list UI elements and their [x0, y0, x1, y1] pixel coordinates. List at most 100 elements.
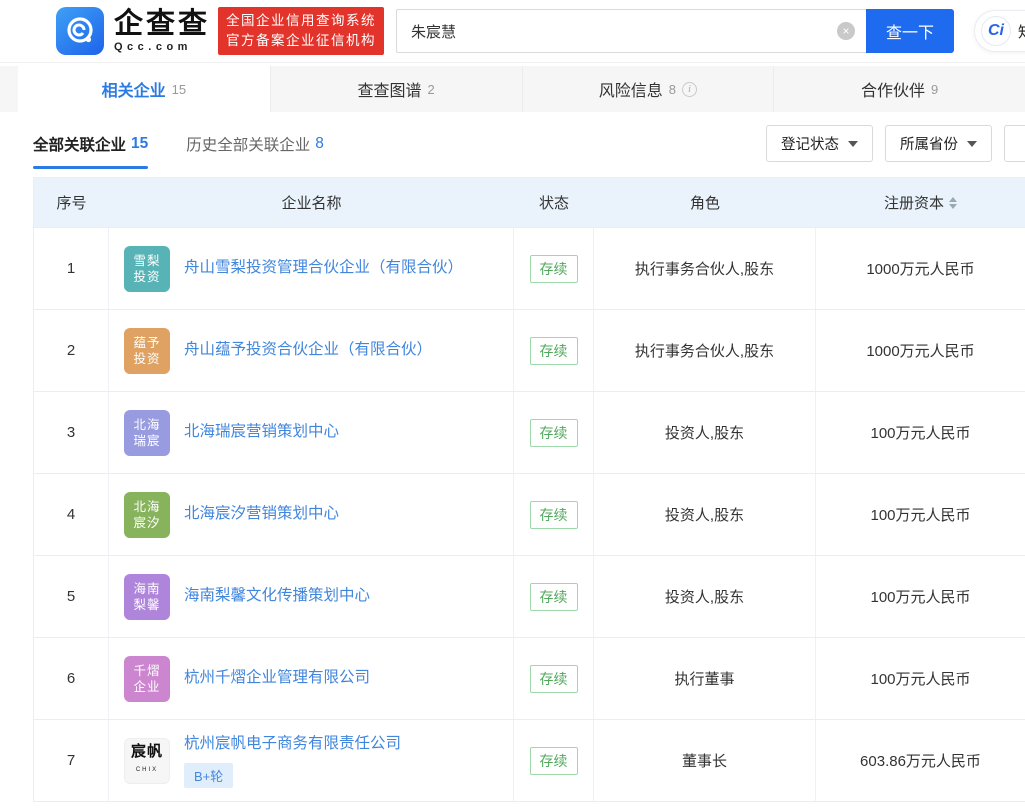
table-row: 7 宸帆 CHIX 杭州宸帆电子商务有限责任公司 B+轮 存续 董事长 603.8… [34, 719, 1025, 801]
column-header-index: 序号 [56, 195, 87, 212]
ai-assistant-pill[interactable]: Ci 知彼 [973, 10, 1025, 52]
row-index: 2 [34, 310, 109, 391]
gov-credential-badge: 全国企业信用查询系统 官方备案企业征信机构 [218, 6, 385, 56]
subtab-count: 8 [315, 135, 324, 152]
status-cell: 存续 [514, 474, 594, 555]
column-header-capital[interactable]: 注册资本 [816, 192, 1025, 213]
row-capital: 100万元人民币 [870, 425, 971, 442]
status-cell: 存续 [514, 310, 594, 391]
company-name-wrap: 杭州千熠企业管理有限公司 [184, 667, 370, 689]
tab-partners[interactable]: 合作伙伴 9 [773, 66, 1025, 112]
company-avatar[interactable]: 蕴予 投资 [124, 327, 170, 374]
company-cell: 雪梨 投资 舟山雪梨投资管理合伙企业（有限合伙） [109, 228, 514, 309]
filter-group: 登记状态 所属省份 [766, 125, 1025, 162]
column-header-status: 状态 [538, 195, 569, 212]
company-name-wrap: 杭州宸帆电子商务有限责任公司 B+轮 [184, 733, 401, 788]
status-badge: 存续 [529, 418, 578, 447]
row-role: 董事长 [594, 720, 816, 801]
row-index: 1 [34, 228, 109, 309]
related-companies-table: 序号 企业名称 状态 角色 注册资本 1 雪梨 投资 舟山雪梨投资管理合伙企业（有… [33, 177, 1025, 802]
page-header: 企查查 Qcc.com 全国企业信用查询系统 官方备案企业征信机构 × 查一下 … [0, 0, 1025, 63]
company-name-link[interactable]: 北海宸汐营销策划中心 [184, 503, 339, 525]
sort-icon[interactable] [949, 196, 957, 209]
row-role: 投资人,股东 [594, 556, 816, 637]
info-icon[interactable]: i [682, 81, 697, 97]
row-capital: 603.86万元人民币 [860, 753, 981, 770]
row-index: 7 [34, 720, 109, 801]
company-name-link[interactable]: 舟山蕴予投资合伙企业（有限合伙） [184, 339, 432, 361]
ci-assistant-icon: Ci [980, 16, 1011, 46]
filter-registration-status[interactable]: 登记状态 [766, 125, 873, 162]
search-input[interactable] [396, 9, 867, 53]
status-badge: 存续 [529, 254, 578, 283]
row-role: 执行董事 [594, 638, 816, 719]
company-name-link[interactable]: 北海瑞宸营销策划中心 [184, 421, 339, 443]
funding-round-badge: B+轮 [184, 762, 234, 788]
clear-search-icon[interactable]: × [837, 22, 856, 40]
subtab-label: 全部关联企业 [33, 137, 127, 154]
logo-subtext: CHIX [135, 766, 159, 773]
row-index: 5 [34, 556, 109, 637]
company-avatar[interactable]: 宸帆 CHIX [124, 737, 170, 784]
tab-label: 查查图谱 [357, 83, 422, 100]
subtab-history-related[interactable]: 历史全部关联企业 8 [186, 112, 324, 176]
column-header-capital-label: 注册资本 [883, 195, 944, 212]
table-row: 4 北海 宸汐 北海宸汐营销策划中心 存续 投资人,股东 100万元人民币 [34, 473, 1025, 555]
row-role: 投资人,股东 [594, 474, 816, 555]
brand-domain: Qcc.com [114, 40, 192, 53]
table-row: 3 北海 瑞宸 北海瑞宸营销策划中心 存续 投资人,股东 100万元人民币 [34, 391, 1025, 473]
ai-assistant-label: 知彼 [1018, 21, 1025, 42]
qcc-logo-glyph [67, 17, 93, 43]
search-button[interactable]: 查一下 [866, 9, 955, 53]
tab-count: 8 [668, 81, 676, 97]
main-tab-bar: 相关企业 15 查查图谱 2 风险信息 8 i 合作伙伴 9 [0, 66, 1025, 112]
company-avatar[interactable]: 北海 瑞宸 [124, 409, 170, 456]
company-cell: 海南 梨馨 海南梨馨文化传播策划中心 [109, 556, 514, 637]
company-avatar[interactable]: 北海 宸汐 [124, 491, 170, 538]
company-name-link[interactable]: 海南梨馨文化传播策划中心 [184, 585, 370, 607]
status-badge: 存续 [529, 500, 578, 529]
table-row: 5 海南 梨馨 海南梨馨文化传播策划中心 存续 投资人,股东 100万元人民币 [34, 555, 1025, 637]
tab-chacha-graph[interactable]: 查查图谱 2 [269, 66, 522, 112]
table-body: 1 雪梨 投资 舟山雪梨投资管理合伙企业（有限合伙） 存续 执行事务合伙人,股东 … [34, 227, 1025, 801]
company-name-link[interactable]: 杭州宸帆电子商务有限责任公司 [184, 733, 401, 755]
column-header-company-name: 企业名称 [281, 195, 342, 212]
logo-text: 宸帆 [130, 743, 163, 760]
tab-risk-info[interactable]: 风险信息 8 i [521, 66, 774, 112]
company-avatar[interactable]: 雪梨 投资 [124, 245, 170, 292]
company-name-wrap: 舟山蕴予投资合伙企业（有限合伙） [184, 339, 432, 361]
status-badge: 存续 [529, 336, 578, 365]
tab-related-companies[interactable]: 相关企业 15 [18, 66, 270, 112]
filter-province[interactable]: 所属省份 [885, 125, 992, 162]
status-cell: 存续 [514, 556, 594, 637]
subtab-all-related[interactable]: 全部关联企业 15 [33, 112, 149, 176]
row-capital: 1000万元人民币 [866, 261, 975, 278]
filter-label: 所属省份 [900, 137, 958, 153]
status-badge: 存续 [529, 582, 578, 611]
sub-tab-bar: 全部关联企业 15 历史全部关联企业 8 登记状态 所属省份 [0, 112, 1025, 176]
table-row: 6 千熠 企业 杭州千熠企业管理有限公司 存续 执行董事 100万元人民币 [34, 637, 1025, 719]
column-header-role: 角色 [689, 195, 720, 212]
company-name-wrap: 北海瑞宸营销策划中心 [184, 421, 339, 443]
filter-clipped-button[interactable] [1004, 125, 1025, 162]
row-capital: 1000万元人民币 [866, 343, 975, 360]
company-cell: 宸帆 CHIX 杭州宸帆电子商务有限责任公司 B+轮 [109, 720, 514, 801]
company-name-link[interactable]: 杭州千熠企业管理有限公司 [184, 667, 370, 689]
company-avatar[interactable]: 千熠 企业 [124, 655, 170, 702]
company-name-wrap: 海南梨馨文化传播策划中心 [184, 585, 370, 607]
tab-label: 相关企业 [101, 83, 166, 100]
row-role: 执行事务合伙人,股东 [594, 228, 816, 309]
row-index: 4 [34, 474, 109, 555]
status-cell: 存续 [514, 720, 594, 801]
search-bar: × 查一下 [396, 9, 955, 53]
qcc-logo-icon[interactable] [56, 7, 104, 55]
filter-label: 登记状态 [781, 137, 839, 153]
company-name-link[interactable]: 舟山雪梨投资管理合伙企业（有限合伙） [184, 257, 463, 279]
company-avatar[interactable]: 海南 梨馨 [124, 573, 170, 620]
brand-text: 企查查 Qcc.com [114, 9, 210, 53]
company-name-wrap: 舟山雪梨投资管理合伙企业（有限合伙） [184, 257, 463, 279]
status-cell: 存续 [514, 392, 594, 473]
company-cell: 北海 宸汐 北海宸汐营销策划中心 [109, 474, 514, 555]
chevron-down-icon [848, 140, 858, 147]
row-role: 执行事务合伙人,股东 [594, 310, 816, 391]
